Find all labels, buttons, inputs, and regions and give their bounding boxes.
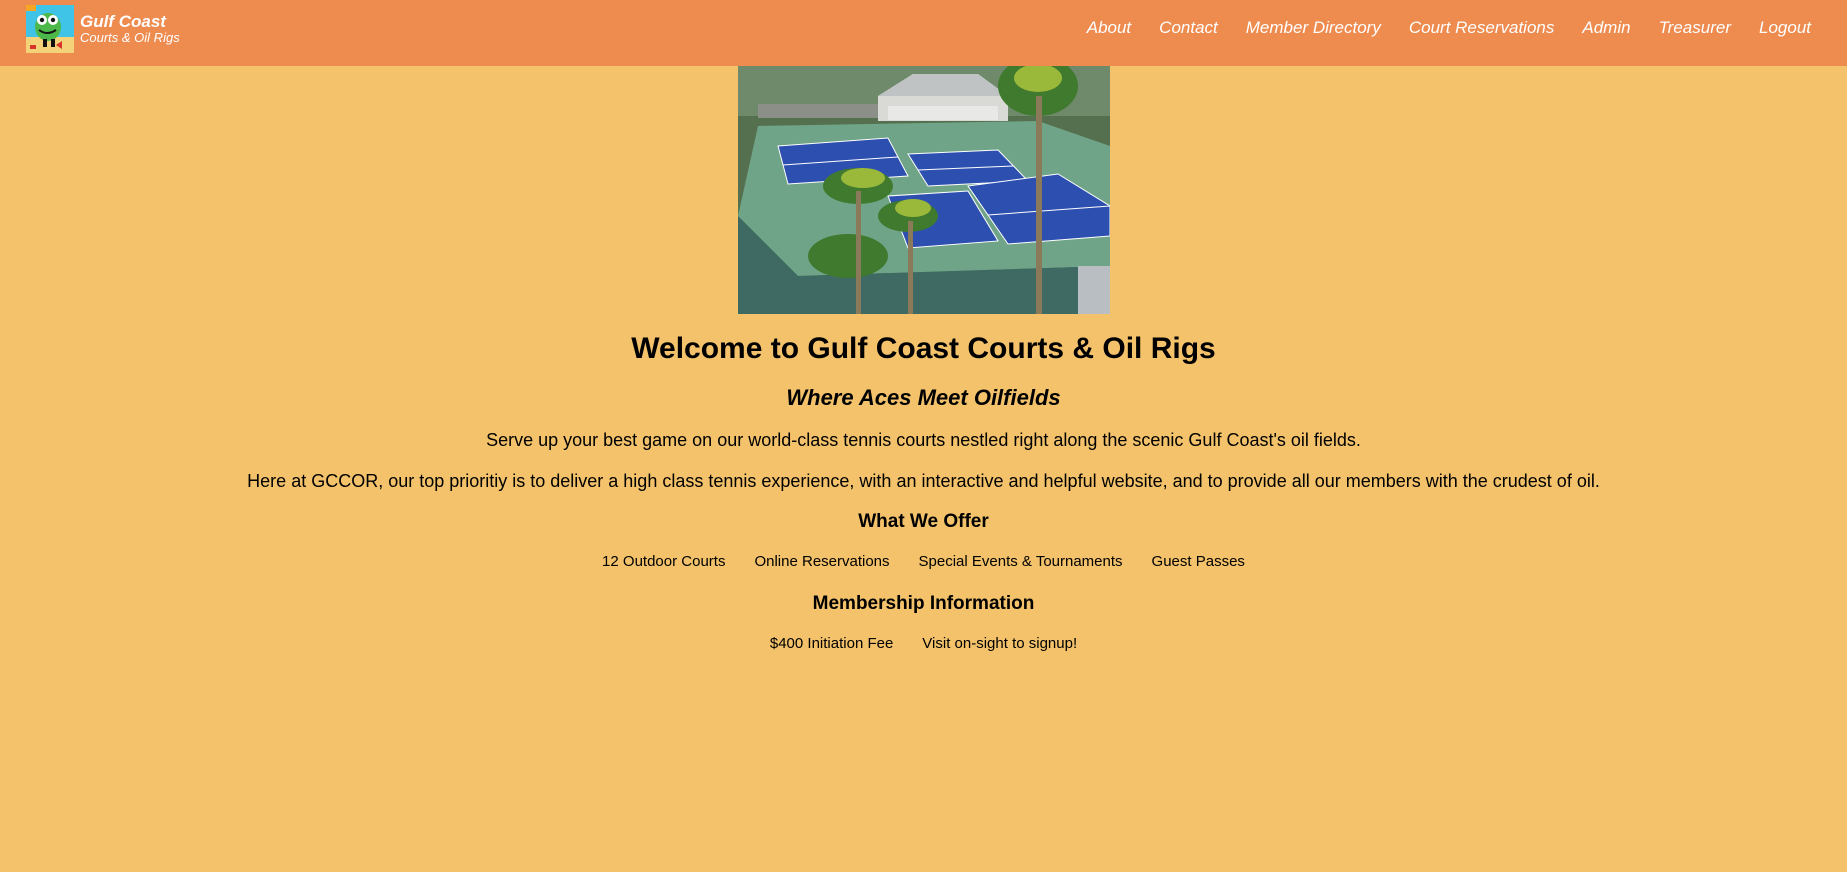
mission-paragraph: Here at GCCOR, our top prioritiy is to d… bbox=[247, 471, 1600, 491]
list-item: Visit on-sight to signup! bbox=[922, 635, 1078, 652]
list-item: Guest Passes bbox=[1151, 553, 1245, 570]
nav-treasurer-link[interactable]: Treasurer bbox=[1659, 18, 1731, 38]
nav-member-directory-link[interactable]: Member Directory bbox=[1246, 18, 1381, 38]
nav-logout-link[interactable]: Logout bbox=[1759, 18, 1811, 38]
nav-about-link[interactable]: About bbox=[1087, 18, 1131, 38]
nav-court-reservations-link[interactable]: Court Reservations bbox=[1409, 18, 1555, 38]
membership-heading: Membership Information bbox=[812, 593, 1035, 614]
tennis-courts-hero-image bbox=[738, 66, 1110, 314]
brand-title: Gulf Coast bbox=[80, 11, 166, 31]
brand-subtitle: Courts & Oil Rigs bbox=[80, 30, 180, 46]
list-item: 12 Outdoor Courts bbox=[602, 553, 726, 570]
offer-heading: What We Offer bbox=[858, 511, 989, 532]
list-item: Special Events & Tournaments bbox=[918, 553, 1123, 570]
nav-admin-link[interactable]: Admin bbox=[1582, 18, 1630, 38]
membership-list: $400 Initiation Fee Visit on-sight to si… bbox=[0, 635, 1847, 653]
intro-paragraph: Serve up your best game on our world-cla… bbox=[486, 430, 1361, 450]
tagline: Where Aces Meet Oilfields bbox=[786, 385, 1061, 410]
list-item: $400 Initiation Fee bbox=[769, 635, 894, 652]
main-content: Welcome to Gulf Coast Courts & Oil Rigs … bbox=[0, 314, 1847, 653]
brand-home-link[interactable]: Gulf Coast Courts & Oil Rigs bbox=[26, 5, 180, 53]
nav-contact-link[interactable]: Contact bbox=[1159, 18, 1218, 38]
welcome-heading: Welcome to Gulf Coast Courts & Oil Rigs bbox=[631, 332, 1216, 365]
mascot-logo-icon bbox=[26, 5, 74, 53]
main-nav: About Contact Member Directory Court Res… bbox=[1087, 18, 1811, 38]
list-item: Online Reservations bbox=[754, 553, 890, 570]
top-navbar: Gulf Coast Courts & Oil Rigs About Conta… bbox=[0, 0, 1847, 66]
offer-list: 12 Outdoor Courts Online Reservations Sp… bbox=[0, 553, 1847, 571]
